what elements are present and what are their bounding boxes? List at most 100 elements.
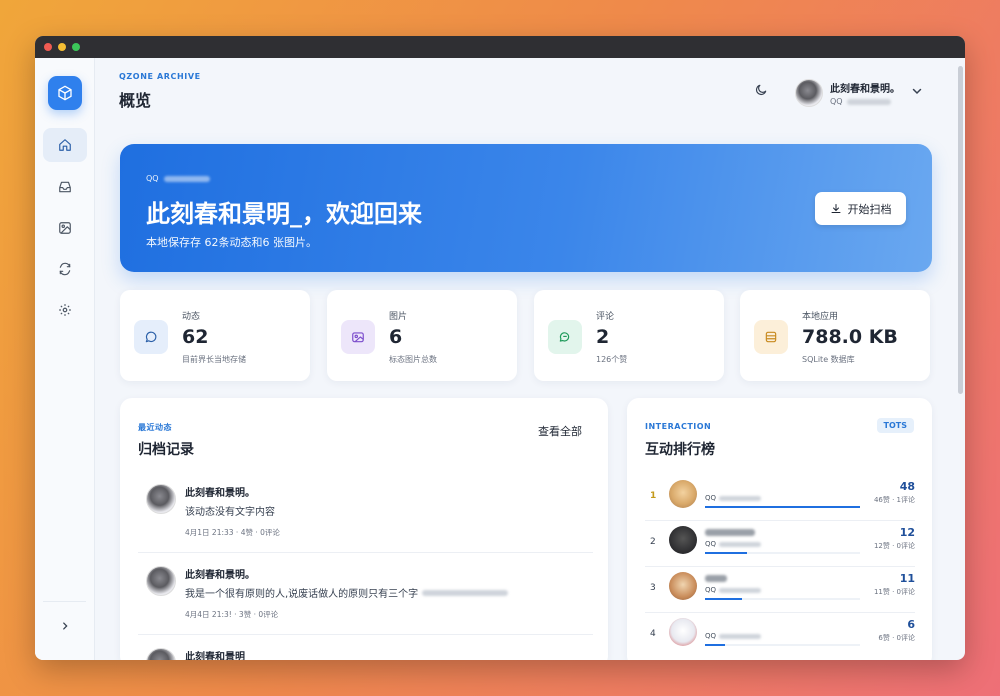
moon-icon <box>756 84 767 95</box>
download-icon <box>831 203 840 213</box>
divider <box>645 520 915 521</box>
welcome-title: 此刻春和景明_，欢迎回来 <box>146 200 422 228</box>
score-bar-track <box>705 644 860 646</box>
image-icon <box>341 320 375 354</box>
redacted-name <box>705 575 727 582</box>
message-icon <box>134 320 168 354</box>
ranking-kicker: INTERACTION <box>645 422 712 431</box>
rank-score: 12 <box>899 526 915 539</box>
hero-qq-label: QQ <box>146 174 159 183</box>
rank-number: 4 <box>650 629 656 639</box>
post-text: 我是一个很有原则的人,说废话做人的原则只有三个字 <box>185 585 509 600</box>
rank-qq: QQ <box>705 494 762 502</box>
post-author: 此刻春和景明。 <box>185 488 255 499</box>
divider <box>138 552 593 553</box>
scrollbar[interactable] <box>958 66 963 394</box>
stat-label: 动态 <box>182 312 201 322</box>
sidebar-item-archive[interactable] <box>43 170 87 204</box>
post-avatar <box>146 566 176 596</box>
stat-card-images: 图片 6 标态图片总数 <box>327 290 517 381</box>
rank-qq: QQ <box>705 586 762 594</box>
app-logo[interactable] <box>48 76 82 110</box>
image-icon <box>59 222 71 234</box>
archive-kicker: 最近动态 <box>138 423 172 432</box>
user-menu[interactable]: 此刻春和景明。 QQ <box>795 76 925 110</box>
stat-card-comments: 评论 2 126个赞 <box>534 290 724 381</box>
minimize-window-button[interactable] <box>58 43 66 51</box>
database-icon <box>754 320 788 354</box>
stat-value: 62 <box>182 326 209 348</box>
rank-qq: QQ <box>705 632 762 640</box>
maximize-window-button[interactable] <box>72 43 80 51</box>
ranking-row[interactable]: 2 QQ 12 12赞 · 0评论 <box>645 522 915 567</box>
rank-name <box>705 575 727 584</box>
rank-name <box>705 529 755 538</box>
redacted-name <box>705 529 755 536</box>
stat-note: 126个赞 <box>596 355 628 364</box>
titlebar <box>35 36 965 58</box>
redacted-qq-number <box>719 633 762 639</box>
stat-value: 788.0 KB <box>802 326 898 348</box>
post-meta: 4月4日 21:3! · 3赞 · 0评论 <box>185 610 279 619</box>
sidebar-expand-button[interactable] <box>55 616 75 636</box>
stat-label: 评论 <box>596 312 615 322</box>
archive-title: 归档记录 <box>138 442 194 458</box>
post-item[interactable]: 此刻春和景明。 该动态没有文字内容 4月1日 21:33 · 4赞 · 0评论 <box>138 484 593 554</box>
post-text: 该动态没有文字内容 <box>185 503 275 518</box>
ranking-row[interactable]: 3 QQ 11 11赞 · 0评论 <box>645 568 915 613</box>
post-item[interactable]: 此刻春和景明。 我是一个很有原则的人,说废话做人的原则只有三个字 4月4日 21… <box>138 566 593 636</box>
gear-icon <box>59 304 71 316</box>
user-avatar <box>669 572 697 600</box>
start-scan-button[interactable]: 开始扫档 <box>815 192 906 225</box>
stat-label: 图片 <box>389 312 408 322</box>
rank-qq-label: QQ <box>705 632 717 640</box>
page-title: 概览 <box>119 91 152 110</box>
user-avatar <box>669 618 697 646</box>
post-item[interactable]: 此刻春和景明 <box>138 648 593 660</box>
redacted-qq-number <box>719 495 762 501</box>
rank-score: 11 <box>899 572 915 585</box>
user-avatar <box>795 79 823 107</box>
rank-score: 48 <box>899 480 915 493</box>
welcome-subtitle: 本地保存存 62条动态和6 张图片。 <box>146 236 317 249</box>
chevron-down-icon[interactable] <box>911 85 923 97</box>
stat-value: 6 <box>389 326 403 348</box>
user-qq: QQ <box>830 97 900 106</box>
sidebar-item-sync[interactable] <box>43 252 87 286</box>
ranking-row[interactable]: 1 QQ 48 46赞 · 1评论 <box>645 476 915 521</box>
rank-detail: 46赞 · 1评论 <box>873 496 915 504</box>
main-content: QZONE ARCHIVE 概览 此刻春和景明。 QQ QQ 此刻春和景明_，欢… <box>95 58 965 660</box>
stat-label: 本地应用 <box>802 312 839 322</box>
brand-label: QZONE ARCHIVE <box>119 72 201 81</box>
start-scan-label: 开始扫档 <box>847 202 892 216</box>
hero-qq: QQ <box>146 174 210 183</box>
redacted-qq-number <box>719 587 762 593</box>
score-bar-fill <box>705 598 742 600</box>
divider <box>645 566 915 567</box>
chat-icon <box>548 320 582 354</box>
close-window-button[interactable] <box>44 43 52 51</box>
rank-qq-label: QQ <box>705 494 717 502</box>
stat-note: 标态图片总数 <box>389 355 437 364</box>
redacted-qq-number <box>846 98 891 105</box>
user-avatar <box>669 480 697 508</box>
ranking-title: 互动排行榜 <box>645 442 715 458</box>
chevron-right-icon <box>63 622 68 630</box>
inbox-icon <box>59 181 71 193</box>
rank-detail: 11赞 · 0评论 <box>873 588 915 596</box>
post-text-content: 我是一个很有原则的人,说废话做人的原则只有三个字 <box>185 589 419 600</box>
post-avatar <box>146 484 176 514</box>
score-bar-fill <box>705 506 860 508</box>
stat-value: 2 <box>596 326 610 348</box>
interaction-ranking-card: INTERACTION 互动排行榜 TOTS 1 QQ 48 46赞 · 1评论… <box>627 398 932 660</box>
user-qq-label: QQ <box>830 97 843 106</box>
sidebar-item-overview[interactable] <box>43 128 87 162</box>
rank-qq-label: QQ <box>705 540 717 548</box>
sidebar-item-gallery[interactable] <box>43 211 87 245</box>
view-all-link[interactable]: 查看全部 <box>538 423 582 439</box>
sidebar-item-settings[interactable] <box>43 293 87 327</box>
stat-note: 目前界长当地存储 <box>182 355 246 364</box>
theme-toggle-button[interactable] <box>752 81 770 99</box>
ranking-row[interactable]: 4 QQ 6 6赞 · 0评论 <box>645 614 915 659</box>
post-author: 此刻春和景明。 <box>185 570 255 581</box>
